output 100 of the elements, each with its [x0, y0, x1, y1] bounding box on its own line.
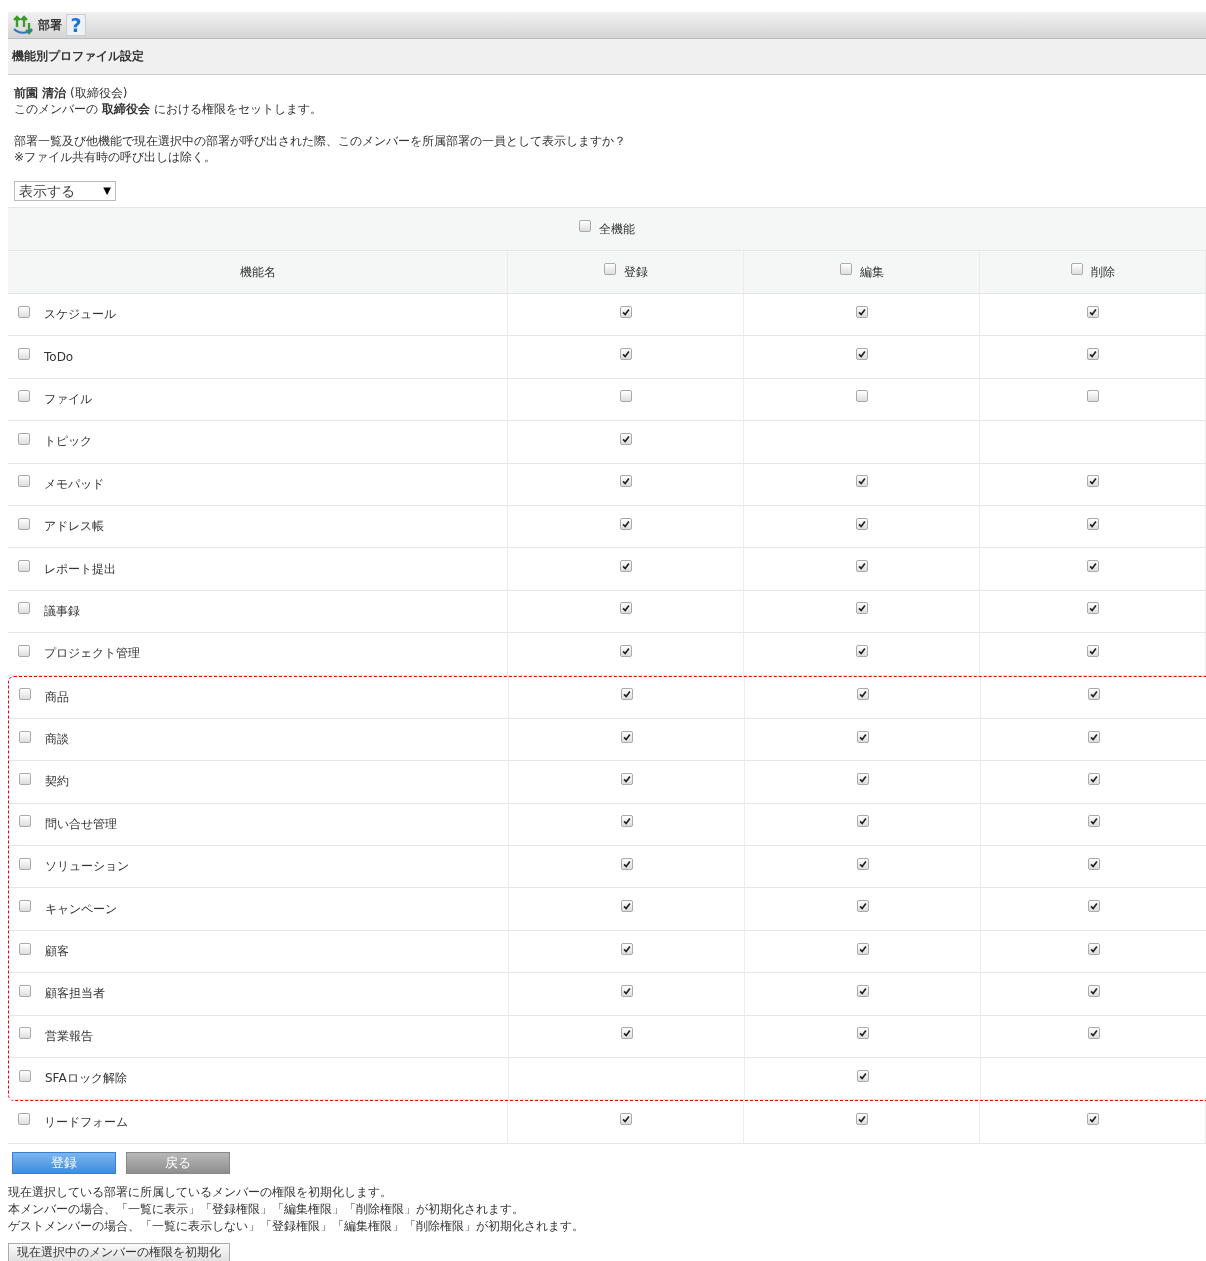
checkbox[interactable]: [1087, 688, 1100, 701]
checkbox[interactable]: [620, 984, 633, 997]
checkbox[interactable]: [620, 900, 633, 913]
member-name: 前園 清治 (取締役会): [14, 85, 129, 101]
checkbox[interactable]: [18, 305, 30, 318]
checkbox[interactable]: [855, 602, 868, 615]
checkbox[interactable]: [18, 1113, 30, 1126]
checkbox[interactable]: [1086, 1113, 1099, 1126]
checkbox[interactable]: [619, 432, 632, 445]
checkbox[interactable]: [855, 348, 868, 361]
checkbox[interactable]: [619, 517, 632, 530]
header-label: 登録: [623, 263, 648, 281]
register-button[interactable]: 登録: [12, 1151, 116, 1174]
checkbox[interactable]: [1086, 517, 1099, 530]
function-name: 商談: [45, 731, 69, 749]
checkbox[interactable]: [19, 900, 31, 913]
checkbox[interactable]: [856, 942, 869, 955]
checkbox[interactable]: [856, 900, 869, 913]
checkbox[interactable]: [18, 560, 30, 573]
function-name: ファイル: [44, 390, 92, 408]
checkbox[interactable]: [1086, 475, 1099, 488]
checkbox[interactable]: [856, 773, 869, 785]
checkbox[interactable]: [19, 688, 31, 701]
checkbox[interactable]: [18, 602, 30, 615]
checkbox[interactable]: [1086, 305, 1099, 318]
checkbox[interactable]: [1087, 730, 1100, 743]
function-name: キャンペーン: [45, 900, 117, 918]
back-button[interactable]: 戻る: [126, 1151, 230, 1174]
checkbox[interactable]: [1087, 942, 1100, 955]
function-name: 議事録: [44, 602, 80, 620]
checkbox[interactable]: [839, 263, 852, 275]
checkbox[interactable]: [19, 730, 31, 743]
checkbox[interactable]: [18, 390, 30, 403]
reset-button[interactable]: 現在選択中のメンバーの権限を初期化: [8, 1242, 230, 1261]
checkbox[interactable]: [19, 1069, 31, 1082]
display-select[interactable]: 表示する ▼: [14, 181, 116, 201]
checkbox[interactable]: [855, 560, 868, 573]
checkbox[interactable]: [1086, 348, 1099, 361]
checkbox[interactable]: [579, 220, 591, 232]
checkbox[interactable]: [855, 644, 868, 657]
checkbox[interactable]: [19, 857, 31, 870]
checkbox[interactable]: [19, 1027, 31, 1040]
checkbox[interactable]: [619, 602, 632, 615]
function-name: トピック: [44, 433, 92, 451]
checkbox[interactable]: [856, 1069, 869, 1082]
checkbox[interactable]: [18, 475, 30, 488]
checkbox[interactable]: [18, 644, 30, 657]
checkbox[interactable]: [1086, 390, 1099, 403]
checkbox[interactable]: [19, 942, 31, 955]
checkbox[interactable]: [1070, 263, 1083, 275]
checkbox[interactable]: [1086, 602, 1099, 615]
checkbox[interactable]: [619, 390, 632, 403]
checkbox[interactable]: [619, 644, 632, 657]
checkbox[interactable]: [620, 857, 633, 870]
checkbox[interactable]: [603, 263, 616, 275]
checkbox[interactable]: [856, 730, 869, 743]
checkbox[interactable]: [855, 390, 868, 403]
checkbox[interactable]: [1086, 644, 1099, 657]
checkbox[interactable]: [620, 688, 633, 701]
function-name: 営業報告: [45, 1027, 93, 1045]
note-text: 本メンバーの場合、「一覧に表示」「登録権限」「編集権限」「削除権限」が初期化されます。: [8, 1200, 525, 1218]
checkbox[interactable]: [619, 348, 632, 361]
checkbox[interactable]: [1087, 984, 1100, 997]
checkbox[interactable]: [1087, 900, 1100, 913]
checkbox[interactable]: [619, 475, 632, 488]
checkbox[interactable]: [620, 1027, 633, 1040]
checkbox[interactable]: [855, 305, 868, 318]
checkbox[interactable]: [1087, 857, 1100, 870]
checkbox[interactable]: [620, 815, 633, 828]
function-name: レポート提出: [44, 560, 116, 578]
checkbox[interactable]: [620, 730, 633, 743]
function-name: リードフォーム: [44, 1113, 128, 1131]
checkbox[interactable]: [1087, 773, 1100, 785]
checkbox[interactable]: [855, 475, 868, 488]
function-name: 契約: [45, 773, 69, 791]
checkbox[interactable]: [1086, 560, 1099, 573]
checkbox[interactable]: [856, 984, 869, 997]
function-name: ソリューション: [45, 858, 129, 876]
checkbox[interactable]: [1087, 1027, 1100, 1040]
checkbox[interactable]: [619, 560, 632, 573]
function-name: SFAロック解除: [45, 1070, 127, 1088]
checkbox[interactable]: [856, 1027, 869, 1040]
checkbox[interactable]: [19, 984, 31, 997]
checkbox[interactable]: [19, 815, 31, 828]
help-button[interactable]: ?: [66, 14, 86, 36]
checkbox[interactable]: [19, 773, 31, 785]
checkbox[interactable]: [18, 432, 30, 445]
checkbox[interactable]: [856, 688, 869, 701]
checkbox[interactable]: [619, 1113, 632, 1126]
checkbox[interactable]: [18, 517, 30, 530]
checkbox[interactable]: [1087, 815, 1100, 828]
page-title: 部署: [38, 16, 62, 34]
checkbox[interactable]: [620, 942, 633, 955]
checkbox[interactable]: [18, 348, 30, 361]
checkbox[interactable]: [855, 517, 868, 530]
checkbox[interactable]: [855, 1113, 868, 1126]
checkbox[interactable]: [619, 305, 632, 318]
checkbox[interactable]: [856, 857, 869, 870]
checkbox[interactable]: [620, 773, 633, 785]
checkbox[interactable]: [856, 815, 869, 828]
